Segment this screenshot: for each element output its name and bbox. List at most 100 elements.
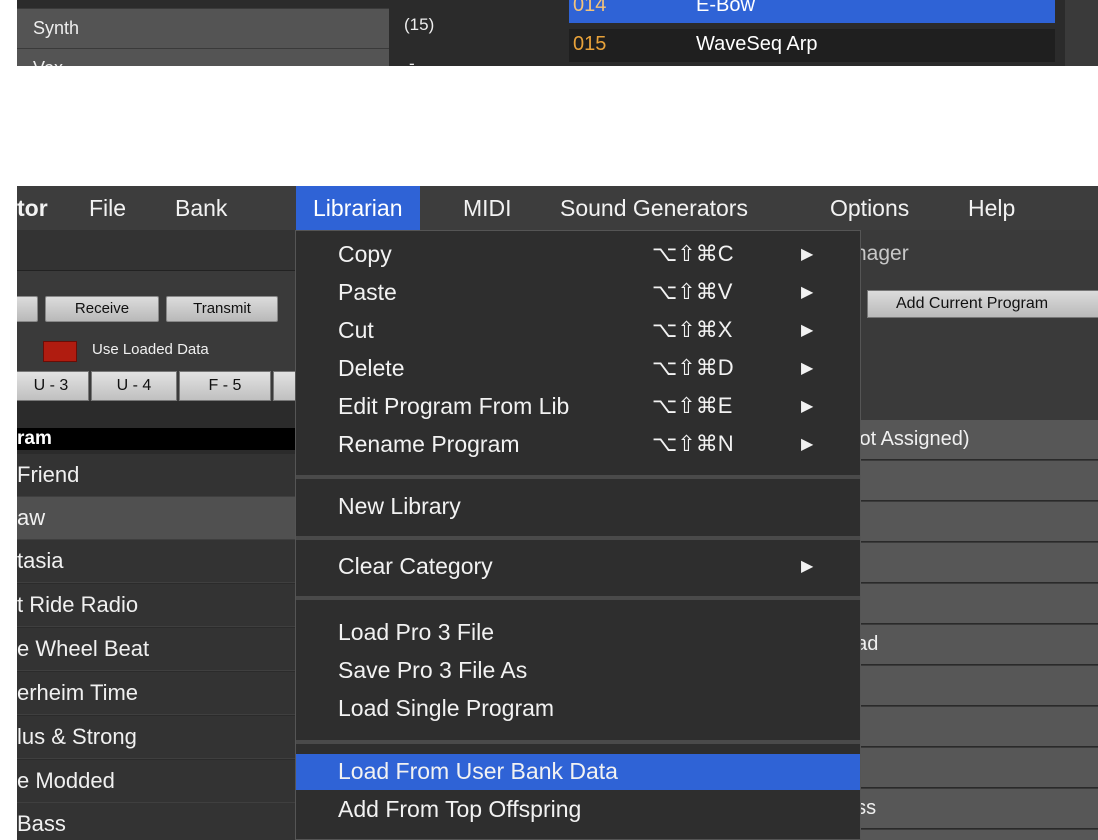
shortcut-label: ⌥⇧⌘D <box>652 355 734 380</box>
menu-item-label: Rename Program <box>338 431 520 457</box>
program-list-item[interactable]: tasia <box>17 540 298 583</box>
menu-help[interactable]: Help <box>968 186 1015 230</box>
program-list-item[interactable]: e Wheel Beat <box>17 628 298 671</box>
menu-item-label: Load Pro 3 File <box>338 619 494 645</box>
submenu-arrow-icon: ▶ <box>801 398 814 415</box>
assignment-row[interactable]: ead <box>845 625 1098 665</box>
transmit-button[interactable]: Transmit <box>166 296 278 322</box>
submenu-arrow-icon: ▶ <box>801 246 814 263</box>
menu-item-paste[interactable]: Paste ⌥⇧⌘V ▶ <box>296 275 860 311</box>
program-row[interactable]: 015 WaveSeq Arp <box>569 29 1055 62</box>
editor-window: tor File Bank Librarian MIDI Sound Gener… <box>17 186 1098 840</box>
category-label: Synth <box>33 18 80 38</box>
category-row-vox[interactable]: Vox <box>17 48 389 66</box>
program-name: e Modded <box>17 768 115 793</box>
receive-button[interactable]: Receive <box>45 296 159 322</box>
assignment-row[interactable]: l <box>845 666 1098 706</box>
menu-item-label: Cut <box>338 317 374 343</box>
menu-item-label: Edit Program From Lib <box>338 393 570 419</box>
program-list-item[interactable]: e Modded <box>17 760 298 803</box>
assignment-label: Not Assigned) <box>845 428 970 450</box>
category-label: Vox <box>33 58 63 66</box>
menu-item-cut[interactable]: Cut ⌥⇧⌘X ▶ <box>296 313 860 349</box>
menu-item-new-library[interactable]: New Library <box>296 489 860 525</box>
program-list-item[interactable]: aw <box>17 497 298 540</box>
assignment-row[interactable] <box>845 461 1098 501</box>
assignment-row[interactable] <box>845 707 1098 747</box>
assignment-row[interactable]: ass <box>845 789 1098 829</box>
menu-item-label: Clear Category <box>338 553 493 579</box>
assignment-row[interactable] <box>845 543 1098 583</box>
category-count: (15) <box>404 15 435 34</box>
program-list-item[interactable]: t Ride Radio <box>17 584 298 627</box>
submenu-arrow-icon: ▶ <box>801 436 814 453</box>
shortcut-label: ⌥⇧⌘C <box>652 241 734 266</box>
menu-app-name[interactable]: tor <box>17 186 48 230</box>
submenu-arrow-icon: ▶ <box>801 322 814 339</box>
menu-separator <box>296 475 860 479</box>
menu-item-clear-category[interactable]: Clear Category ▶ <box>296 549 860 585</box>
program-row-selected[interactable]: 014 E-Bow <box>569 0 1055 23</box>
left-panel-toolbar: Receive Transmit Use Loaded Data U - 3 U… <box>17 271 303 401</box>
program-name: e Wheel Beat <box>17 636 150 661</box>
menu-bank[interactable]: Bank <box>175 186 227 230</box>
add-current-program-button[interactable]: Add Current Program <box>867 290 1098 318</box>
program-name: lus & Strong <box>17 724 137 749</box>
menu-item-load-from-user-bank-data[interactable]: Load From User Bank Data <box>296 754 860 790</box>
librarian-menu: Copy ⌥⇧⌘C ▶ Paste ⌥⇧⌘V ▶ Cut ⌥⇧⌘X ▶ Dele… <box>295 230 861 840</box>
program-name: erheim Time <box>17 680 139 705</box>
assignment-row[interactable]: s <box>845 748 1098 788</box>
menu-item-copy[interactable]: Copy ⌥⇧⌘C ▶ <box>296 237 860 273</box>
shortcut-label: ⌥⇧⌘V <box>652 279 733 304</box>
menu-item-load-single-program[interactable]: Load Single Program <box>296 691 860 727</box>
assignment-row[interactable]: Not Assigned) <box>845 420 1098 460</box>
category-row-synth[interactable]: Synth <box>17 8 389 48</box>
menu-item-label: Paste <box>338 279 397 305</box>
program-list-header: ram <box>17 428 298 450</box>
menu-item-save-pro3-file-as[interactable]: Save Pro 3 File As <box>296 653 860 689</box>
menu-item-label: New Library <box>338 493 461 519</box>
menu-bar: tor File Bank Librarian MIDI Sound Gener… <box>17 186 1098 230</box>
assignment-row[interactable]: d <box>845 584 1098 624</box>
menu-item-label: Load From User Bank Data <box>338 758 618 784</box>
program-name: Bass <box>17 811 66 836</box>
menu-midi[interactable]: MIDI <box>463 186 512 230</box>
menu-item-add-from-top-offspring[interactable]: Add From Top Offspring <box>296 792 860 828</box>
bank-segment-f5[interactable]: F - 5 <box>179 371 271 401</box>
menu-item-label: Load Single Program <box>338 695 555 721</box>
use-loaded-data-toggle[interactable] <box>43 341 77 362</box>
panel-title: nager <box>855 242 909 265</box>
scrollbar-track[interactable] <box>1065 0 1098 66</box>
menu-sound-generators[interactable]: Sound Generators <box>560 186 748 230</box>
menu-separator <box>296 596 860 600</box>
use-loaded-data-label: Use Loaded Data <box>92 341 209 358</box>
category-browser-crop: Synth Vox (15) - 014 E-Bow 015 WaveSeq A… <box>17 0 1098 66</box>
program-list-item[interactable]: erheim Time <box>17 672 298 715</box>
menu-item-edit-program-from-lib[interactable]: Edit Program From Lib ⌥⇧⌘E ▶ <box>296 389 860 425</box>
menu-librarian[interactable]: Librarian <box>296 186 420 230</box>
bank-segment-u3[interactable]: U - 3 <box>17 371 89 401</box>
program-manager-panel: nager Add Current Program Not Assigned) … <box>845 230 1098 840</box>
program-list-item[interactable]: lus & Strong <box>17 716 298 759</box>
menu-separator <box>296 740 860 744</box>
menu-item-load-pro3-file[interactable]: Load Pro 3 File <box>296 615 860 651</box>
left-panel-titlebar <box>17 230 298 271</box>
toolbar-button-partial[interactable] <box>17 296 38 322</box>
program-list-item[interactable]: Bass <box>17 803 298 840</box>
submenu-arrow-icon: ▶ <box>801 360 814 377</box>
menu-item-label: Save Pro 3 File As <box>338 657 528 683</box>
assignment-row[interactable] <box>845 502 1098 542</box>
program-name: aw <box>17 505 46 530</box>
menu-item-label: Delete <box>338 355 405 381</box>
assignment-row[interactable]: s <box>845 830 1098 840</box>
menu-file[interactable]: File <box>89 186 126 230</box>
shortcut-label: ⌥⇧⌘N <box>652 431 734 456</box>
program-name: E-Bow <box>696 0 755 16</box>
menu-item-rename-program[interactable]: Rename Program ⌥⇧⌘N ▶ <box>296 427 860 463</box>
menu-options[interactable]: Options <box>830 186 909 230</box>
program-list-item[interactable]: Friend <box>17 454 298 497</box>
bank-segment-u4[interactable]: U - 4 <box>91 371 177 401</box>
menu-separator <box>296 536 860 540</box>
menu-item-delete[interactable]: Delete ⌥⇧⌘D ▶ <box>296 351 860 387</box>
shortcut-label: ⌥⇧⌘X <box>652 317 733 342</box>
